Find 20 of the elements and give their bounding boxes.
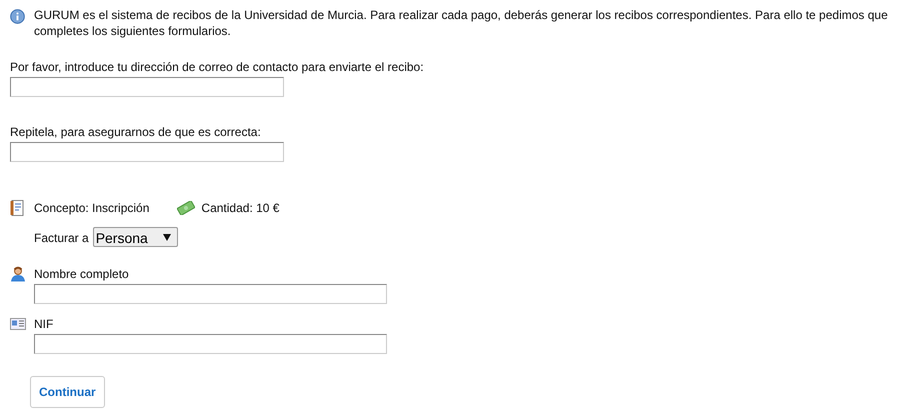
field-label: NIF [34,316,54,333]
field-label: Por favor, introduce tu dirección de correo de contacto para enviarte el recibo: [10,60,425,74]
field-label: Repitela, para asegurarnos de que es correcta: [10,125,262,139]
bill-to-select[interactable]: Persona [92,227,178,247]
name-field[interactable] [34,284,387,304]
bill-to-label: Facturar a [34,230,89,246]
continue-button[interactable]: Continuar [30,376,105,408]
intro-text: GURUM es el sistema de recibos de la Universidad de Murcia. Para realizar cada pago, deberás generar los recibos correspondientes. Para ello te pedimos que completes los siguientes formularios. [33,7,889,39]
email-field[interactable] [10,142,284,162]
field-label: Nombre completo [34,266,129,283]
caret-icon [162,234,171,241]
banknote-icon [177,201,196,215]
notebook-icon [10,200,24,216]
person-icon [10,266,26,282]
email-field[interactable] [10,77,284,97]
nif-field[interactable] [34,334,387,354]
id-card-icon [10,318,26,330]
amount-text: Cantidad: 10 € [201,200,280,217]
info-icon [10,9,25,24]
concept-text: Concepto: Inscripción [34,200,150,217]
